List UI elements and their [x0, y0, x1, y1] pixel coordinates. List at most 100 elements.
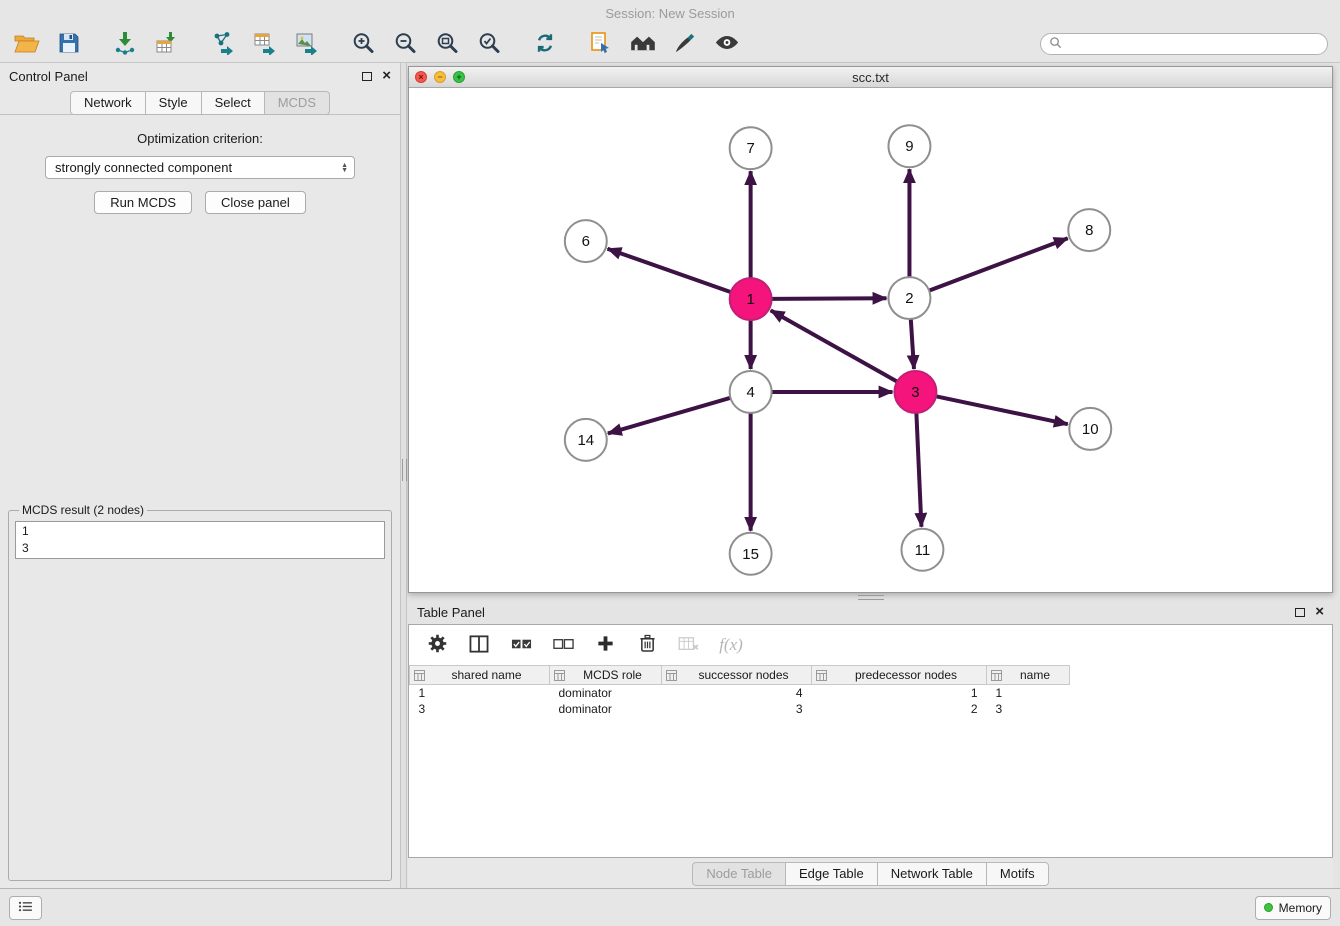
- select-all-button[interactable]: [509, 633, 533, 657]
- optimization-select[interactable]: strongly connected component ▲▼: [45, 156, 355, 179]
- export-table-icon: [253, 31, 277, 58]
- tab-network-table[interactable]: Network Table: [878, 862, 987, 886]
- graph-edge-2-3[interactable]: [911, 319, 914, 369]
- table-cell[interactable]: 3: [662, 701, 812, 717]
- table-cell[interactable]: 1: [812, 685, 987, 701]
- mcds-result-list[interactable]: 1 3: [15, 521, 385, 559]
- network-window: scc.txt × − + 7968124314101511: [408, 66, 1333, 593]
- show-hide-details-button[interactable]: [712, 30, 742, 58]
- zoom-selected-button[interactable]: [474, 30, 504, 58]
- graph-node-15[interactable]: 15: [730, 533, 772, 575]
- memory-label: Memory: [1279, 901, 1322, 915]
- graph-edge-2-8[interactable]: [929, 238, 1068, 290]
- close-table-panel-button[interactable]: ×: [1315, 607, 1324, 617]
- node-label: 7: [746, 140, 754, 157]
- graph-edge-1-6[interactable]: [607, 249, 730, 292]
- main-toolbar: [0, 26, 1340, 63]
- horizontal-splitter[interactable]: [408, 593, 1333, 600]
- import-table-button[interactable]: [152, 30, 182, 58]
- task-history-button[interactable]: [9, 896, 42, 920]
- table-cell[interactable]: 3: [987, 701, 1070, 717]
- float-table-panel-button[interactable]: [1295, 608, 1305, 617]
- export-network-button[interactable]: [208, 30, 238, 58]
- close-panel-button[interactable]: ×: [382, 71, 391, 81]
- table-toolbar: f(x): [409, 625, 1332, 665]
- table-row[interactable]: 1dominator411: [410, 685, 1333, 701]
- tab-network[interactable]: Network: [70, 91, 146, 115]
- network-canvas[interactable]: 7 9 6 8 1 2 4 3 14 10 15 11: [409, 88, 1332, 592]
- tab-node-table[interactable]: Node Table: [692, 862, 786, 886]
- table-cell[interactable]: 4: [662, 685, 812, 701]
- graph-node-1[interactable]: 1: [730, 278, 772, 320]
- houses-icon: [630, 33, 656, 56]
- graph-edge-1-2[interactable]: [772, 298, 887, 299]
- graph-edge-4-14[interactable]: [608, 398, 731, 434]
- graph-edge-3-11[interactable]: [916, 413, 921, 527]
- column-header-mcds-role[interactable]: MCDS role: [550, 666, 662, 685]
- graph-node-10[interactable]: 10: [1069, 408, 1111, 450]
- table-panel: Table Panel × f(x) shar: [408, 600, 1333, 888]
- graph-node-2[interactable]: 2: [888, 277, 930, 319]
- tab-motifs[interactable]: Motifs: [987, 862, 1049, 886]
- graph-edge-3-1[interactable]: [771, 310, 898, 381]
- graph-node-3[interactable]: 3: [894, 371, 936, 413]
- column-header-name[interactable]: name: [987, 666, 1070, 685]
- vertical-splitter[interactable]: [400, 63, 407, 888]
- table-panel-title: Table Panel: [417, 605, 485, 620]
- graph-node-14[interactable]: 14: [565, 419, 607, 461]
- deselect-all-button[interactable]: [551, 633, 575, 657]
- graph-edge-3-10[interactable]: [936, 396, 1068, 424]
- zoom-in-button[interactable]: [348, 30, 378, 58]
- table-cell[interactable]: 3: [410, 701, 550, 717]
- memory-button[interactable]: Memory: [1255, 896, 1331, 920]
- zoom-fit-button[interactable]: [432, 30, 462, 58]
- window-close-button[interactable]: ×: [415, 71, 427, 83]
- tab-mcds[interactable]: MCDS: [265, 91, 330, 115]
- run-mcds-button[interactable]: Run MCDS: [94, 191, 192, 214]
- tab-edge-table[interactable]: Edge Table: [786, 862, 878, 886]
- refresh-layout-button[interactable]: [530, 30, 560, 58]
- export-table-button[interactable]: [250, 30, 280, 58]
- create-column-button[interactable]: [593, 633, 617, 657]
- table-cell[interactable]: 1: [987, 685, 1070, 701]
- table-cell[interactable]: 1: [410, 685, 550, 701]
- export-image-button[interactable]: [292, 30, 322, 58]
- window-minimize-button[interactable]: −: [434, 71, 446, 83]
- column-header-shared-name[interactable]: shared name: [410, 666, 550, 685]
- float-panel-button[interactable]: [362, 72, 372, 81]
- graph-node-6[interactable]: 6: [565, 220, 607, 262]
- open-file-button[interactable]: [12, 30, 42, 58]
- graph-node-8[interactable]: 8: [1068, 209, 1110, 251]
- table-cell[interactable]: dominator: [550, 701, 662, 717]
- column-header-successor-nodes[interactable]: successor nodes: [662, 666, 812, 685]
- node-label: 1: [746, 291, 754, 308]
- home-views-button[interactable]: [628, 30, 658, 58]
- zoom-out-button[interactable]: [390, 30, 420, 58]
- delete-column-button[interactable]: [635, 633, 659, 657]
- graph-node-7[interactable]: 7: [730, 127, 772, 169]
- tab-select[interactable]: Select: [202, 91, 265, 115]
- graph-node-11[interactable]: 11: [901, 529, 943, 571]
- function-builder-button: f(x): [719, 633, 743, 657]
- table-options-button[interactable]: [425, 633, 449, 657]
- graph-node-9[interactable]: 9: [888, 125, 930, 167]
- style-brush-button[interactable]: [670, 30, 700, 58]
- show-columns-button[interactable]: [467, 633, 491, 657]
- column-header-predecessor-nodes[interactable]: predecessor nodes: [812, 666, 987, 685]
- tab-style[interactable]: Style: [146, 91, 202, 115]
- search-icon: [1049, 36, 1062, 52]
- zoom-fit-icon: [435, 31, 459, 58]
- open-document-button[interactable]: [586, 30, 616, 58]
- search-box[interactable]: [1040, 33, 1328, 55]
- close-panel-button-mcds[interactable]: Close panel: [205, 191, 306, 214]
- graph-node-4[interactable]: 4: [730, 371, 772, 413]
- table-cell[interactable]: dominator: [550, 685, 662, 701]
- table-cell[interactable]: 2: [812, 701, 987, 717]
- window-zoom-button[interactable]: +: [453, 71, 465, 83]
- search-input[interactable]: [1067, 37, 1319, 51]
- save-session-button[interactable]: [54, 30, 84, 58]
- table-row[interactable]: 3dominator323: [410, 701, 1333, 717]
- import-network-button[interactable]: [110, 30, 140, 58]
- trash-icon: [639, 634, 656, 656]
- node-label: 9: [905, 138, 913, 155]
